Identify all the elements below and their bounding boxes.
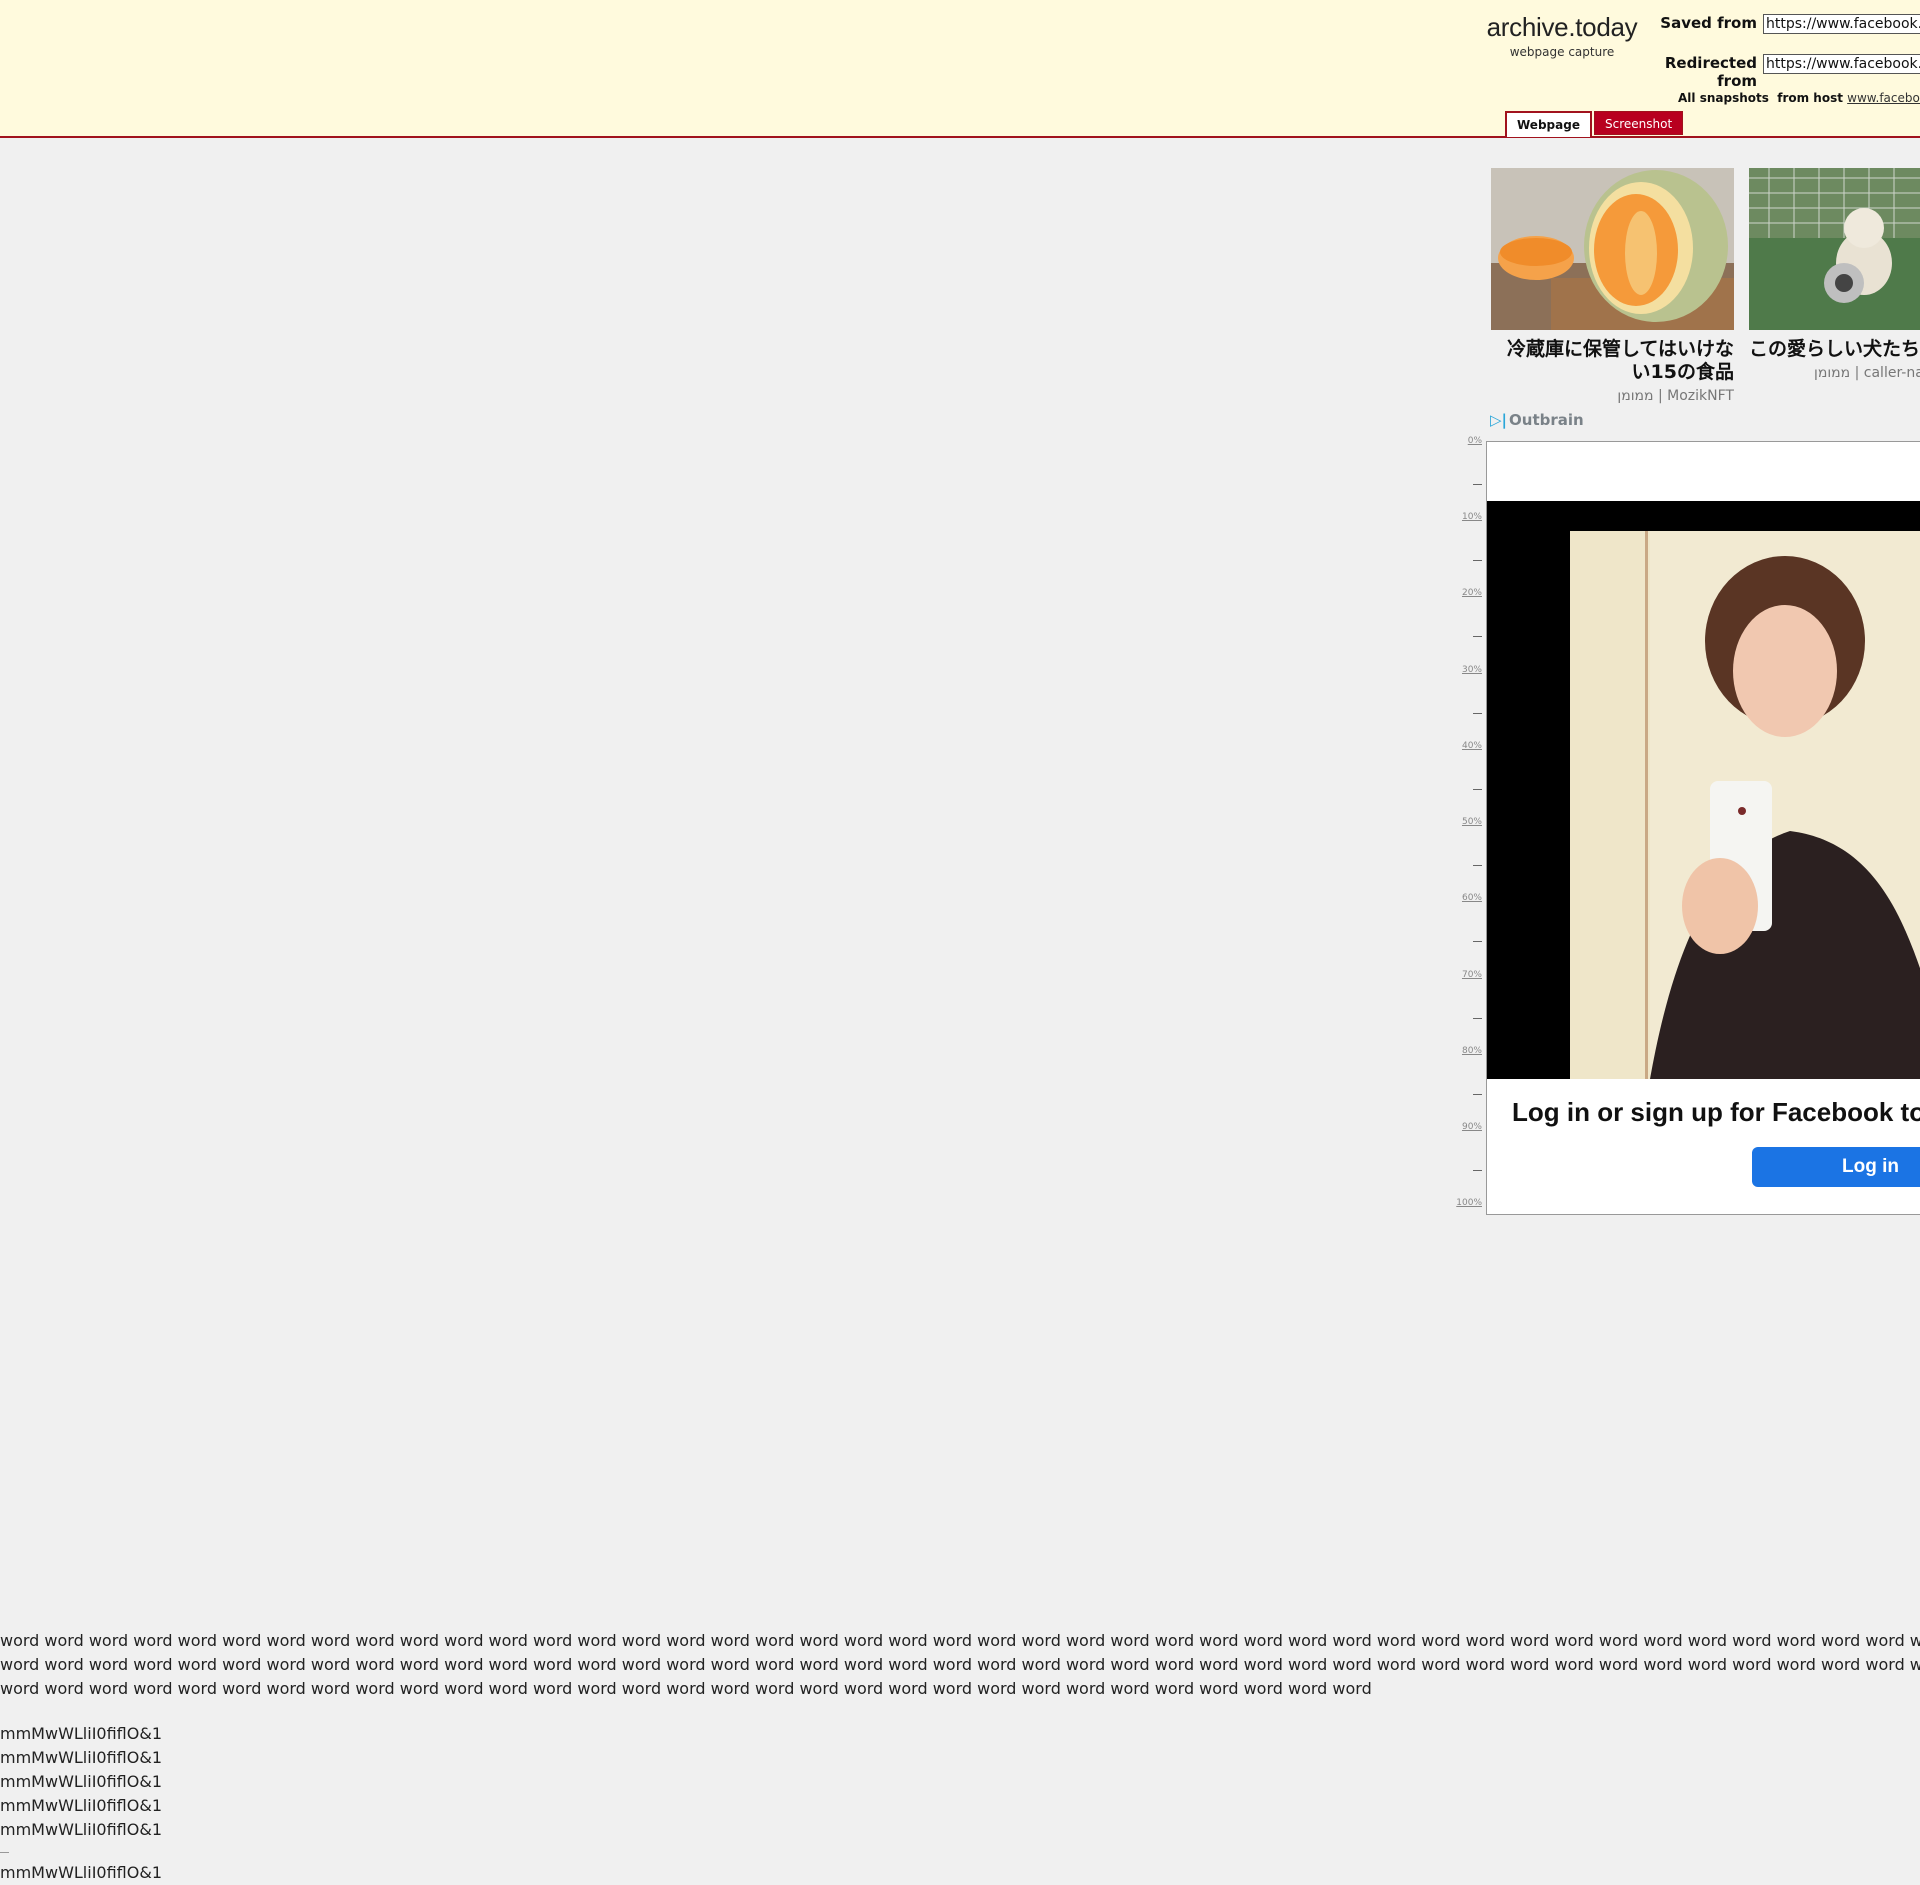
scale-tick bbox=[1473, 865, 1482, 866]
tab-webpage[interactable]: Webpage bbox=[1505, 111, 1592, 137]
from-host-label: from host bbox=[1777, 91, 1843, 105]
separator bbox=[0, 1852, 9, 1853]
scale-label-40[interactable]: 40% bbox=[1462, 741, 1482, 751]
outbrain-card-source: ממומן | caller-na bbox=[1814, 365, 1920, 381]
scale-tick bbox=[1473, 789, 1482, 790]
scale-tick bbox=[1473, 560, 1482, 561]
scale-tick bbox=[1473, 636, 1482, 637]
facebook-login-prompt: Log in or sign up for Facebook to co bbox=[1512, 1097, 1920, 1127]
all-snapshots-label: All snapshots bbox=[1678, 91, 1769, 105]
photo-backdrop bbox=[1487, 501, 1920, 1079]
scale-tick bbox=[1473, 1018, 1482, 1019]
glyph-line: mmMwWLliI0fiflO&1 bbox=[0, 1724, 162, 1743]
scale-label-70[interactable]: 70% bbox=[1462, 970, 1482, 980]
scale-label-50[interactable]: 50% bbox=[1462, 817, 1482, 827]
glyph-line: mmMwWLliI0fiflO&1 bbox=[0, 1820, 162, 1839]
tab-screenshot[interactable]: Screenshot bbox=[1594, 111, 1684, 135]
outbrain-card-title[interactable]: 冷蔵庫に保管してはいけない15の食品 bbox=[1491, 338, 1734, 384]
melon-image[interactable] bbox=[1491, 168, 1734, 330]
photo-illustration bbox=[1570, 531, 1920, 1079]
scale-label-80[interactable]: 80% bbox=[1462, 1046, 1482, 1056]
dog-illustration bbox=[1749, 168, 1920, 330]
scale-label-100[interactable]: 100% bbox=[1456, 1198, 1482, 1208]
dog-image[interactable] bbox=[1749, 168, 1920, 330]
scale-label-20[interactable]: 20% bbox=[1462, 588, 1482, 598]
archive-brand[interactable]: archive.today webpage capture bbox=[1478, 12, 1646, 59]
scale-tick bbox=[1473, 484, 1482, 485]
host-link[interactable]: www.facebook.com bbox=[1847, 91, 1920, 105]
scale-label-30[interactable]: 30% bbox=[1462, 665, 1482, 675]
scale-tick bbox=[1473, 713, 1482, 714]
glyph-line: mmMwWLliI0fiflO&1 bbox=[0, 1863, 162, 1882]
glyph-line: mmMwWLliI0fiflO&1 bbox=[0, 1748, 162, 1767]
outbrain-logo[interactable]: ▷| Outbrain bbox=[1490, 411, 1584, 429]
outbrain-logo-text: Outbrain bbox=[1509, 411, 1584, 429]
scale-tick bbox=[1473, 941, 1482, 942]
profile-photo[interactable] bbox=[1570, 531, 1920, 1079]
glyph-test-block: mmMwWLliI0fiflO&1 mmMwWLliI0fiflO&1 mmMw… bbox=[0, 1722, 162, 1885]
outbrain-card-source: ממומן | MozikNFT bbox=[1617, 388, 1734, 404]
outbrain-card[interactable]: この愛らしい犬たち…してあなたを元気 ממומן | caller-na bbox=[1749, 168, 1920, 381]
scale-label-10[interactable]: 10% bbox=[1462, 512, 1482, 522]
scale-tick bbox=[1473, 1170, 1482, 1171]
scale-label-0[interactable]: 0% bbox=[1468, 436, 1482, 446]
facebook-embed: Log in or sign up for Facebook to co Log… bbox=[1486, 441, 1920, 1215]
saved-from-label: Saved from bbox=[1660, 14, 1757, 32]
redirected-from-url-field[interactable] bbox=[1763, 54, 1920, 74]
outbrain-play-icon: ▷| bbox=[1490, 411, 1508, 429]
scale-label-60[interactable]: 60% bbox=[1462, 893, 1482, 903]
melon-illustration bbox=[1491, 168, 1734, 330]
outbrain-card-title[interactable]: この愛らしい犬たち…してあなたを元気 bbox=[1749, 338, 1920, 361]
word-paragraph: word word word word word word word word … bbox=[0, 1629, 1920, 1701]
glyph-line: mmMwWLliI0fiflO&1 bbox=[0, 1796, 162, 1815]
facebook-login-button[interactable]: Log in bbox=[1752, 1147, 1920, 1187]
glyph-line: mmMwWLliI0fiflO&1 bbox=[0, 1772, 162, 1791]
snapshots-row: All snapshots from host www.facebook.com bbox=[1678, 91, 1920, 105]
brand-name[interactable]: archive.today bbox=[1478, 12, 1646, 43]
scale-tick bbox=[1473, 1094, 1482, 1095]
scale-label-90[interactable]: 90% bbox=[1462, 1122, 1482, 1132]
saved-from-url-field[interactable] bbox=[1763, 14, 1920, 34]
word-paragraph-text: word word word word word word word word … bbox=[0, 1631, 1920, 1698]
redirected-from-label: Redirected from bbox=[1664, 54, 1757, 90]
archive-header: archive.today webpage capture Saved from… bbox=[0, 0, 1920, 138]
outbrain-card[interactable]: 冷蔵庫に保管してはいけない15の食品 ממומן | MozikNFT bbox=[1491, 168, 1734, 404]
page-scale: 0% 10% 20% 30% 40% 50% 60% 70% 80% 90% 1… bbox=[1440, 436, 1482, 1216]
